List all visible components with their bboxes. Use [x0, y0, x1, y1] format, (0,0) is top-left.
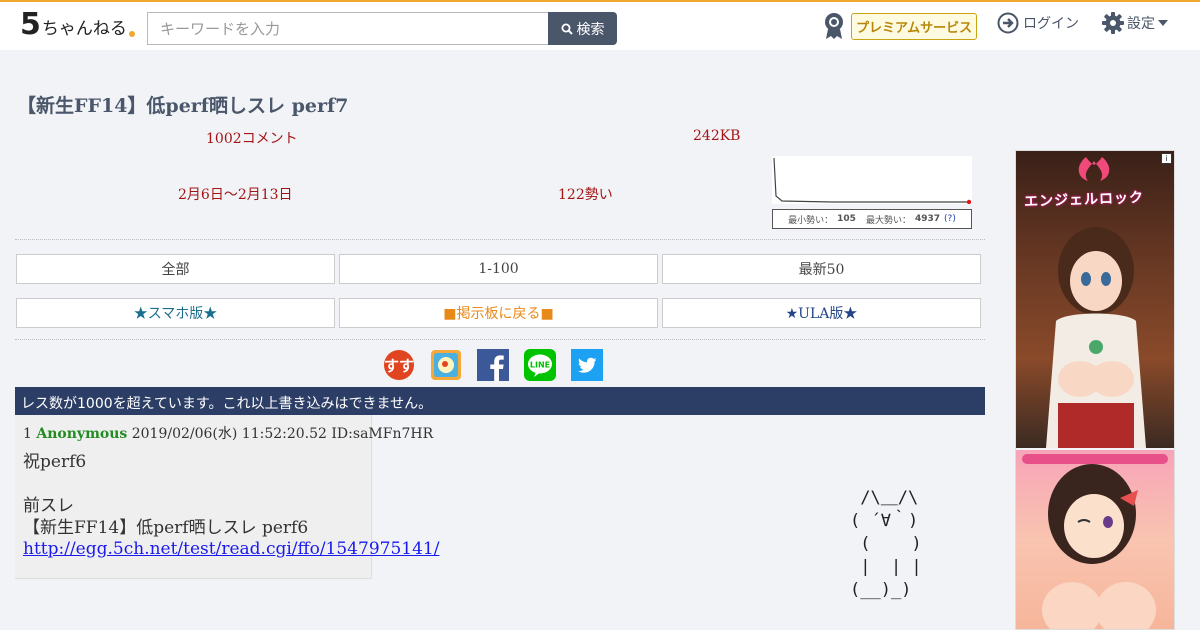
- matome-share-button[interactable]: すす: [383, 349, 415, 381]
- min-momentum-value: 105: [837, 214, 856, 224]
- search-button[interactable]: 検索: [548, 12, 617, 45]
- post-number[interactable]: 1: [23, 426, 32, 442]
- twitter-share-button[interactable]: [571, 349, 603, 381]
- svg-text:LINE: LINE: [530, 361, 550, 370]
- ad-character-illustration: [1022, 454, 1168, 629]
- caret-down-icon: [1158, 20, 1168, 26]
- bookmark-icon: [431, 350, 461, 380]
- smartphone-version-button[interactable]: ★スマホ版★: [16, 298, 335, 328]
- comment-count: 1002コメント: [206, 131, 298, 147]
- bookmark-share-button[interactable]: [430, 349, 462, 381]
- date-range: 2月6日〜2月13日: [178, 187, 293, 203]
- max-momentum-label: 最大勢い：: [865, 215, 911, 226]
- login-link[interactable]: ログイン: [997, 12, 1079, 34]
- ad-title: エンジェルロック: [1023, 189, 1145, 211]
- premium-badge: プレミアムサービス: [851, 12, 978, 40]
- nav-all-button[interactable]: 全部: [16, 254, 335, 284]
- post-1: 1 Anonymous 2019/02/06(水) 11:52:20.52 ID…: [15, 415, 439, 579]
- login-label: ログイン: [1023, 16, 1079, 32]
- award-icon: [825, 13, 843, 39]
- line-share-button[interactable]: LINE: [524, 349, 556, 381]
- ad-image-bottom: [1016, 450, 1174, 629]
- min-momentum-label: 最小勢い：: [788, 215, 834, 226]
- gear-icon: [1102, 12, 1124, 34]
- advertisement-banner[interactable]: i エンジェルロック: [1015, 150, 1175, 630]
- facebook-share-button[interactable]: [477, 349, 509, 381]
- premium-service[interactable]: プレミアムサービス: [822, 11, 978, 41]
- twitter-icon: [571, 349, 603, 381]
- nav-latest-button[interactable]: 最新50: [662, 254, 981, 284]
- site-logo[interactable]: 5 ちゃんねる: [20, 10, 135, 41]
- ascii-art: /\＿/\ ( ´∀｀) ( ) | | | (__)_): [850, 488, 922, 600]
- svg-text:すす: すす: [384, 357, 414, 375]
- ula-version-button[interactable]: ★ULA版★: [662, 298, 981, 328]
- thread-title: 【新生FF14】低perf晒しスレ perf7: [17, 95, 349, 117]
- max-momentum-value: 4937: [914, 214, 941, 224]
- matome-icon: すす: [384, 350, 414, 380]
- post-body: 祝perf6 前スレ 【新生FF14】低perf晒しスレ perf6: [23, 452, 309, 538]
- post-date: 2019/02/06(水) 11:52:20.52: [131, 426, 327, 442]
- divider: [15, 239, 985, 240]
- thread-size: 242KB: [693, 128, 741, 144]
- previous-thread-link[interactable]: http://egg.5ch.net/test/read.cgi/ffo/154…: [23, 539, 439, 559]
- facebook-icon: [477, 349, 509, 381]
- logo-dot: [128, 31, 135, 37]
- search-button-label: 検索: [576, 21, 605, 38]
- settings-menu[interactable]: 設定: [1102, 12, 1168, 34]
- logo-text: ちゃんねる: [41, 19, 127, 39]
- momentum-line: [773, 157, 967, 203]
- nav-range-button[interactable]: 1-100: [339, 254, 658, 284]
- settings-label: 設定: [1127, 16, 1155, 32]
- logo-five: 5: [20, 7, 41, 42]
- search-input[interactable]: [147, 12, 549, 45]
- search-icon: [561, 23, 573, 35]
- momentum-graph: [772, 156, 972, 204]
- post-id[interactable]: ID:saMFn7HR: [331, 426, 433, 442]
- momentum: 122勢い: [558, 187, 613, 203]
- graph-stats: 最小勢い： 105 最大勢い： 4937 (?): [772, 209, 972, 229]
- divider: [15, 339, 985, 340]
- momentum-endpoint: [966, 199, 972, 204]
- post-author: Anonymous: [36, 426, 128, 442]
- login-icon: [997, 12, 1019, 34]
- write-closed-notice: レス数が1000を超えています。これ以上書き込みはできません。: [15, 387, 985, 415]
- ad-image-top: エンジェルロック: [1016, 151, 1174, 448]
- post-meta: 1 Anonymous 2019/02/06(水) 11:52:20.52 ID…: [23, 423, 433, 443]
- line-icon: LINE: [524, 349, 556, 381]
- back-to-board-button[interactable]: ■掲示板に戻る■: [339, 298, 658, 328]
- ad-info-icon[interactable]: i: [1161, 153, 1172, 164]
- top-bar: 5 ちゃんねる 検索 プレミアムサービス ログイン: [0, 0, 1200, 50]
- graph-help-link[interactable]: (?): [944, 214, 956, 224]
